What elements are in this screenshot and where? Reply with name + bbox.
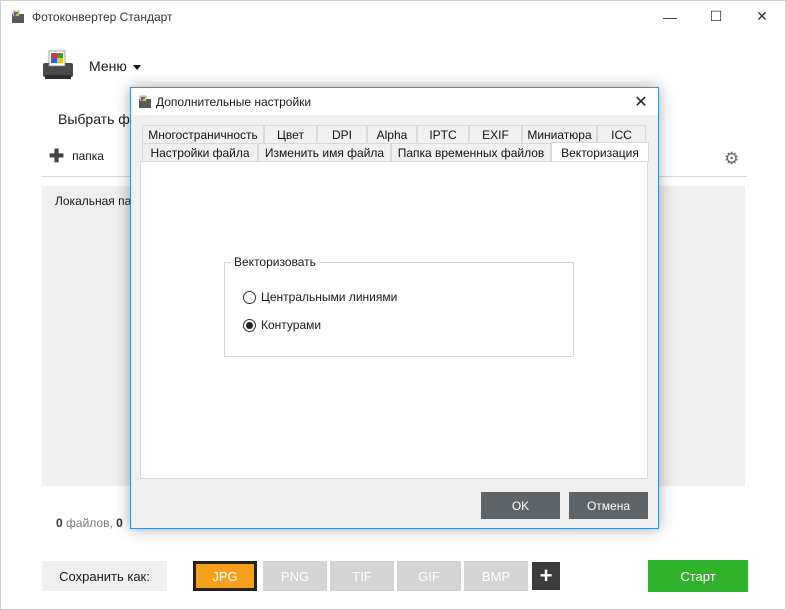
radio-contours[interactable]: Контурами bbox=[243, 318, 321, 332]
tab-thumbnail[interactable]: Миниатюра bbox=[522, 125, 597, 143]
maximize-button[interactable]: ☐ bbox=[693, 1, 739, 32]
app-logo-icon bbox=[43, 50, 73, 79]
tab-vectorization[interactable]: Векторизация bbox=[551, 142, 649, 162]
tab-file-settings[interactable]: Настройки файла bbox=[142, 143, 258, 161]
tab-panel-vectorization: Векторизовать Центральными линиями Конту… bbox=[140, 161, 648, 479]
radio-button-unchecked[interactable] bbox=[243, 290, 256, 304]
dialog-title: Дополнительные настройки bbox=[156, 95, 312, 109]
vectorize-group: Векторизовать Центральными линиями Конту… bbox=[224, 255, 574, 357]
add-folder-button[interactable]: ✚ папка bbox=[49, 146, 104, 166]
plus-icon: ✚ bbox=[49, 146, 65, 166]
window-title: Фотоконвертер Стандарт bbox=[32, 10, 173, 24]
chevron-down-icon bbox=[132, 64, 141, 70]
close-icon: ✕ bbox=[634, 94, 648, 111]
dialog-close-button[interactable]: ✕ bbox=[628, 90, 654, 114]
choose-files-link[interactable]: Выбрать фа bbox=[58, 111, 138, 127]
tab-alpha[interactable]: Alpha bbox=[367, 125, 417, 143]
format-png-button[interactable]: PNG bbox=[263, 561, 327, 591]
format-bmp-button[interactable]: BMP bbox=[464, 561, 528, 591]
radio-center-lines-label: Центральными линиями bbox=[261, 290, 398, 304]
minimize-icon: — bbox=[663, 8, 677, 25]
radio-contours-label: Контурами bbox=[261, 318, 322, 332]
maximize-icon: ☐ bbox=[709, 8, 723, 24]
menu-button[interactable]: Меню bbox=[89, 58, 141, 74]
tab-icc[interactable]: ICC bbox=[597, 125, 646, 143]
add-folder-label: папка bbox=[72, 149, 104, 163]
add-format-button[interactable]: + bbox=[532, 562, 560, 590]
files-count: 0 bbox=[56, 516, 63, 530]
vectorize-group-title: Векторизовать bbox=[231, 255, 319, 269]
close-icon: ✕ bbox=[756, 8, 768, 24]
files-status: 0 файлов, 0 bbox=[56, 516, 123, 530]
app-window: Фотоконвертер Стандарт — ☐ ✕ Меню Выбрат… bbox=[0, 0, 786, 610]
app-icon bbox=[139, 95, 151, 108]
files-label: файлов, bbox=[66, 516, 113, 530]
tab-rename-file[interactable]: Изменить имя файла bbox=[258, 143, 391, 161]
tab-dpi[interactable]: DPI bbox=[317, 125, 367, 143]
advanced-settings-dialog: Дополнительные настройки ✕ Многостраничн… bbox=[130, 87, 659, 529]
gear-icon[interactable]: ⚙ bbox=[724, 149, 739, 169]
dialog-title-bar: Дополнительные настройки ✕ bbox=[131, 88, 658, 115]
ok-button[interactable]: OK bbox=[481, 492, 560, 519]
tab-exif[interactable]: EXIF bbox=[469, 125, 522, 143]
cancel-button[interactable]: Отмена bbox=[569, 492, 648, 519]
radio-dot-icon bbox=[246, 321, 253, 329]
tab-multipage[interactable]: Многостраничность bbox=[142, 125, 264, 143]
save-as-label-box: Сохранить как: bbox=[42, 561, 167, 591]
save-as-label: Сохранить как: bbox=[59, 568, 150, 584]
app-icon bbox=[12, 10, 24, 23]
second-count: 0 bbox=[116, 516, 123, 530]
local-folder-label: Локальная па bbox=[55, 194, 132, 208]
tab-iptc[interactable]: IPTC bbox=[417, 125, 469, 143]
plus-icon: + bbox=[539, 563, 553, 588]
format-jpg-button[interactable]: JPG bbox=[193, 561, 257, 591]
menu-label: Меню bbox=[89, 58, 127, 74]
close-button[interactable]: ✕ bbox=[739, 1, 785, 32]
start-button[interactable]: Старт bbox=[648, 560, 748, 592]
format-gif-button[interactable]: GIF bbox=[397, 561, 461, 591]
radio-button-checked[interactable] bbox=[243, 318, 256, 332]
minimize-button[interactable]: — bbox=[647, 1, 693, 32]
radio-center-lines[interactable]: Центральными линиями bbox=[243, 290, 397, 304]
format-tif-button[interactable]: TIF bbox=[330, 561, 394, 591]
tab-temp-folder[interactable]: Папка временных файлов bbox=[391, 143, 551, 161]
tab-color[interactable]: Цвет bbox=[264, 125, 317, 143]
title-bar: Фотоконвертер Стандарт — ☐ ✕ bbox=[1, 1, 786, 33]
